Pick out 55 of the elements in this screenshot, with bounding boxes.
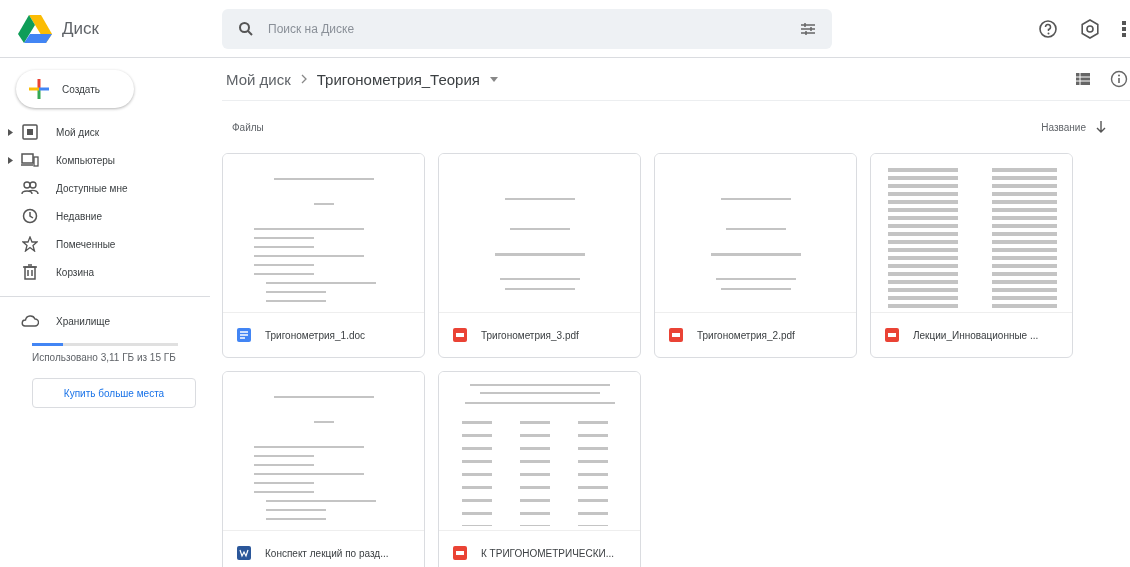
section-title: Файлы [232,121,264,133]
file-card[interactable]: К ТРИГОНОМЕТРИЧЕСКИ... [438,371,641,567]
expand-arrow-icon[interactable] [7,156,13,164]
file-name: Конспект лекций по разд... [265,547,389,559]
pdf-file-icon [885,328,899,342]
file-card[interactable]: Тригонометрия_1.doc [222,153,425,358]
sidebar-item[interactable]: Помеченные [0,230,210,258]
breadcrumb-item[interactable]: Тригонометрия_Теория [316,70,480,88]
breadcrumb-item[interactable]: Мой диск [226,70,291,88]
sidebar-item[interactable]: Мой диск [0,118,210,146]
info-icon[interactable] [1110,70,1128,88]
sort-label[interactable]: Название [1041,121,1086,133]
search-input[interactable]: Поиск на Диске [266,20,788,37]
help-icon[interactable] [1038,18,1058,39]
sidebar-item[interactable]: Доступные мне [0,174,210,202]
document-file-icon [237,546,251,560]
pdf-file-icon [453,546,467,560]
computer-icon [21,153,39,167]
file-name: К ТРИГОНОМЕТРИЧЕСКИ... [481,547,615,559]
settings-icon[interactable] [1080,18,1100,39]
filter-icon[interactable] [800,21,816,36]
file-card[interactable]: Тригонометрия_3.pdf [438,153,641,358]
pdf-file-icon [669,328,683,342]
drive-icon [22,124,38,140]
list-view-icon[interactable] [1076,73,1090,85]
star-icon [22,236,38,252]
expand-arrow-icon[interactable] [7,128,13,136]
sidebar-item[interactable]: Корзина [0,258,210,286]
arrow-down-icon[interactable] [1096,121,1106,133]
search-icon [238,20,254,37]
dropdown-caret-icon[interactable] [489,76,498,82]
sidebar-item[interactable]: Недавние [0,202,210,230]
cloud-icon [21,315,39,327]
create-button[interactable]: Создать [16,70,134,108]
file-name: Тригонометрия_3.pdf [481,329,579,341]
people-icon [21,181,39,195]
clock-icon [22,208,38,224]
trash-icon [23,264,37,280]
document-file-icon [237,328,251,342]
file-name: Лекции_Инновационные ... [913,329,1039,341]
file-name: Тригонометрия_1.doc [265,329,366,341]
sidebar-item[interactable]: Компьютеры [0,146,210,174]
file-card[interactable]: Тригонометрия_2.pdf [654,153,857,358]
file-card[interactable]: Конспект лекций по разд... [222,371,425,567]
buy-storage-button[interactable]: Купить больше места [32,378,196,408]
file-card[interactable]: Лекции_Инновационные ... [870,153,1073,358]
drive-logo-icon [18,13,52,44]
chevron-right-icon [300,74,307,84]
storage-item[interactable]: Хранилище [0,307,210,335]
storage-usage: Использовано 3,11 ГБ из 15 ГБ [32,352,177,364]
app-name: Диск [62,18,99,39]
plus-icon [28,78,50,100]
file-name: Тригонометрия_2.pdf [697,329,795,341]
search-bar[interactable]: Поиск на Диске [222,8,832,49]
pdf-file-icon [453,328,467,342]
